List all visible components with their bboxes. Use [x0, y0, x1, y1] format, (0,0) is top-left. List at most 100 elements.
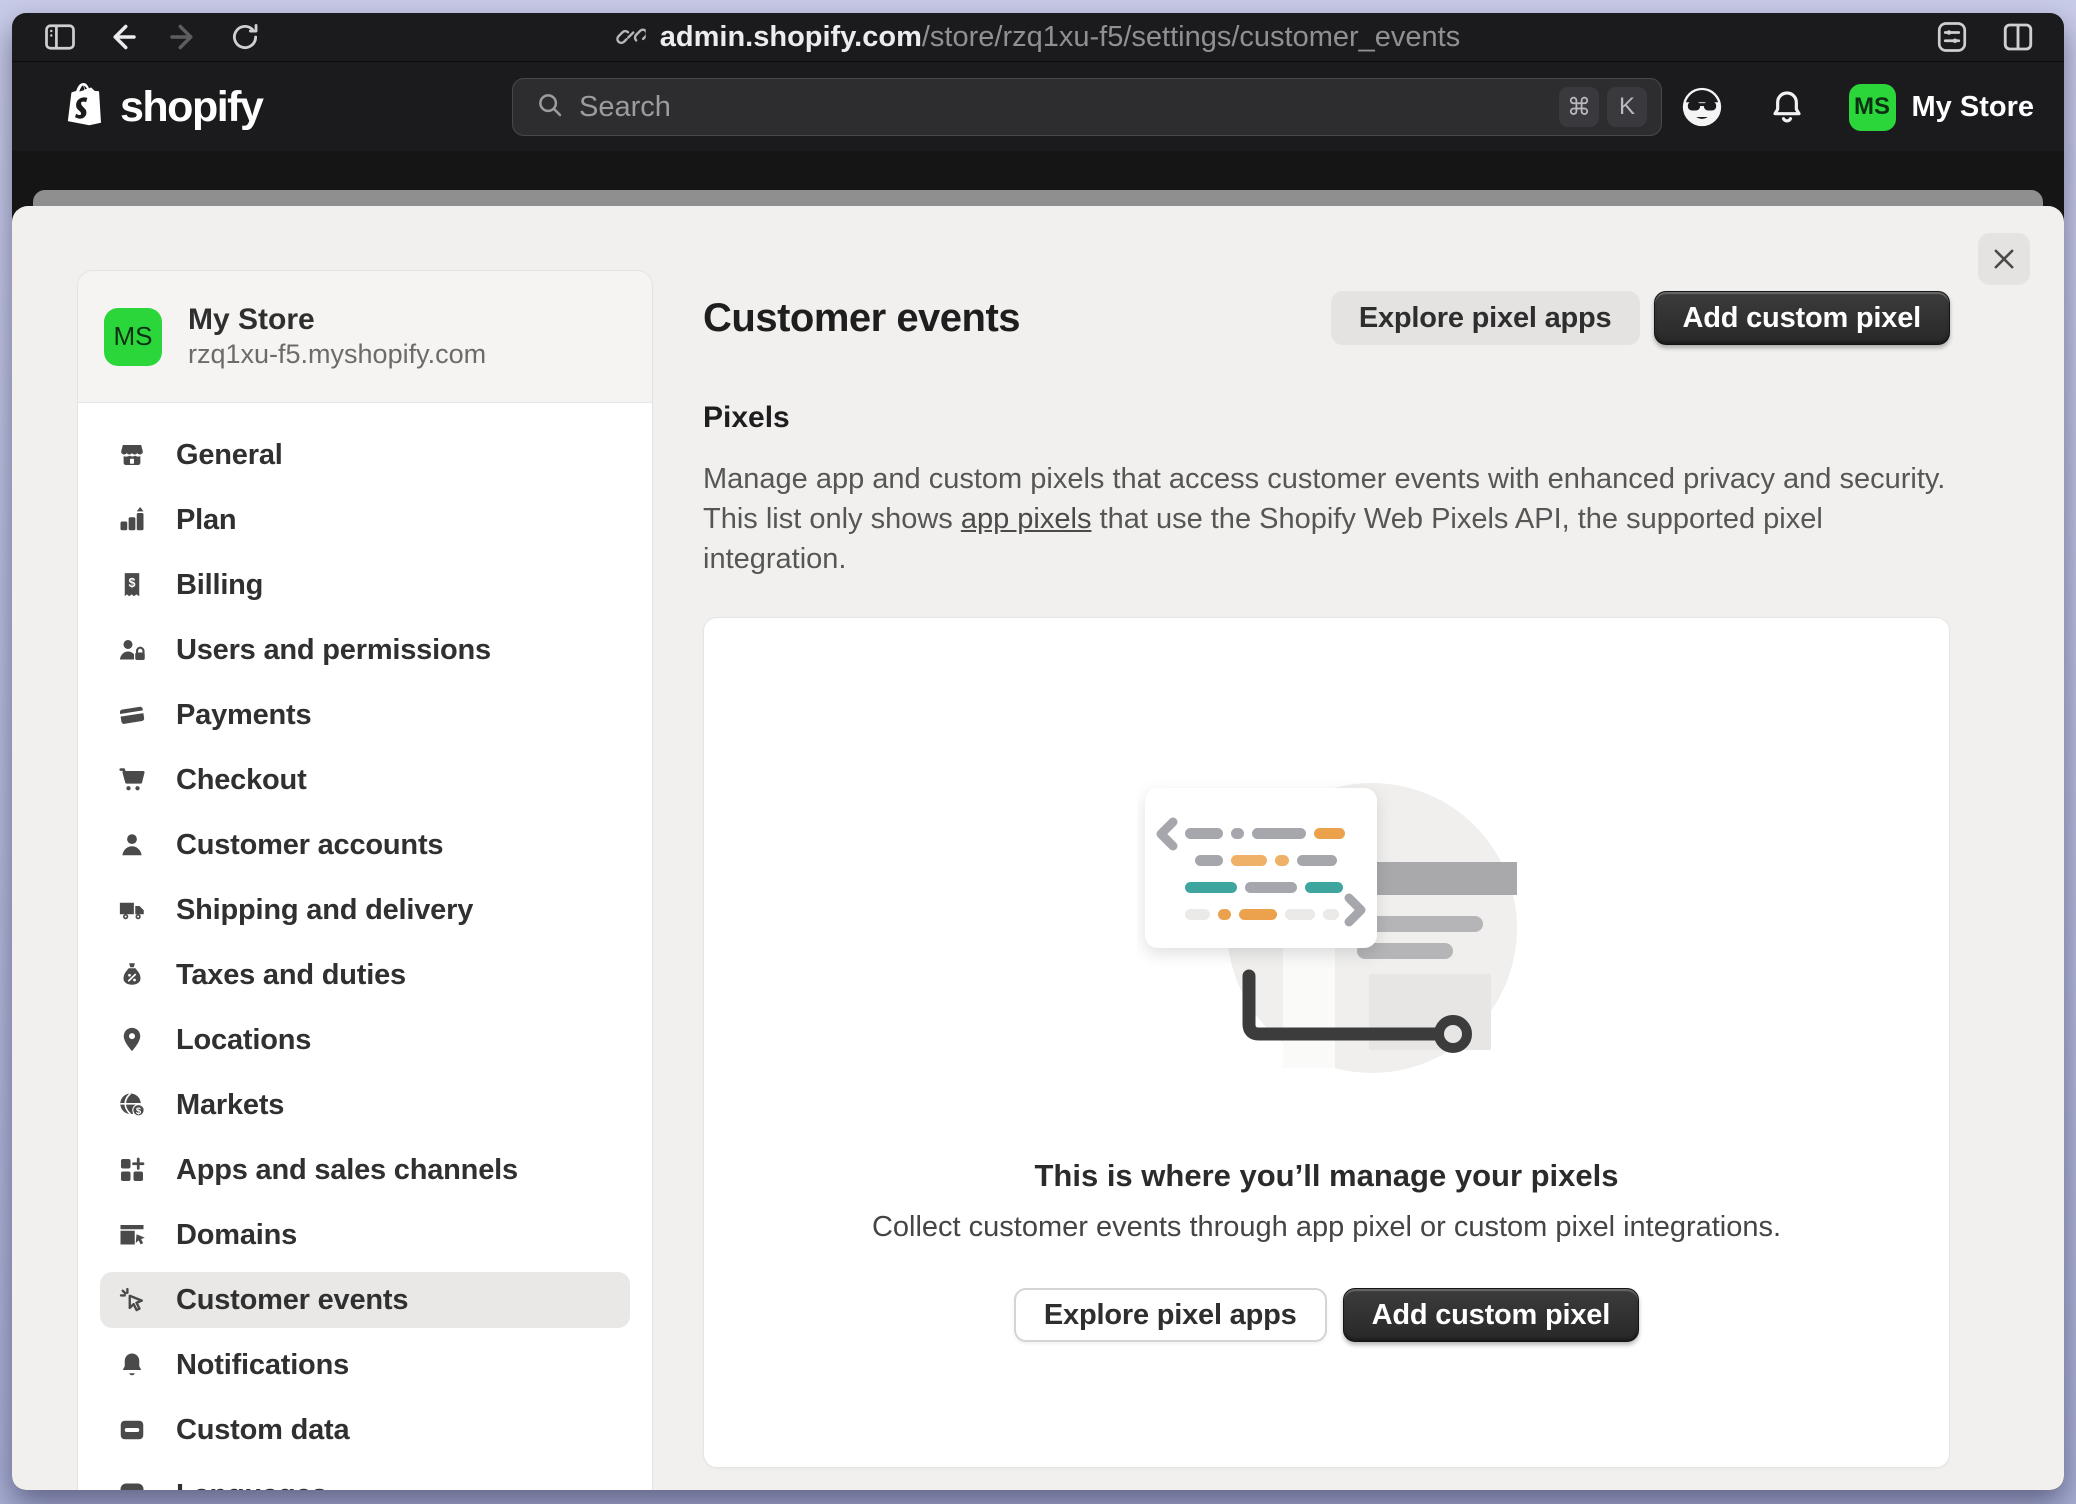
app-pixels-link[interactable]: app pixels — [961, 503, 1092, 535]
sidebar-item-label: Shipping and delivery — [176, 894, 473, 927]
shopify-bag-icon — [64, 81, 110, 133]
back-icon[interactable] — [104, 19, 140, 55]
admin-topbar: shopify Search ⌘ K — [12, 62, 2064, 152]
payments-icon — [116, 699, 148, 731]
sidebar-item-label: Customer events — [176, 1284, 408, 1317]
billing-icon: $ — [116, 569, 148, 601]
sidebar-item-checkout[interactable]: Checkout — [100, 752, 630, 808]
apps-icon — [116, 1154, 148, 1186]
sidebar-item-customer-events[interactable]: Customer events — [100, 1272, 630, 1328]
add-custom-pixel-button[interactable]: Add custom pixel — [1343, 1288, 1640, 1342]
sidebar-item-label: Markets — [176, 1089, 284, 1122]
sidebar-item-label: Plan — [176, 504, 236, 537]
pixels-illustration — [1137, 776, 1517, 1076]
browser-window: admin.shopify.com/store/rzq1xu-f5/settin… — [12, 13, 2064, 1490]
sidebar-item-taxes-and-duties[interactable]: Taxes and duties — [100, 947, 630, 1003]
sidebar-item-domains[interactable]: Domains — [100, 1207, 630, 1263]
customer-events-icon — [116, 1284, 148, 1316]
plan-icon — [116, 504, 148, 536]
sidebar-item-general[interactable]: General — [100, 427, 630, 483]
admin-page-area: MS My Store rzq1xu-f5.myshopify.com Gene… — [12, 151, 2064, 1490]
k-keycap: K — [1607, 87, 1647, 127]
sidebar-item-payments[interactable]: Payments — [100, 687, 630, 743]
sidebar-item-label: Checkout — [176, 764, 307, 797]
browser-toolbar: admin.shopify.com/store/rzq1xu-f5/settin… — [12, 13, 2064, 62]
settings-modal: MS My Store rzq1xu-f5.myshopify.com Gene… — [12, 206, 2064, 1490]
explore-pixel-apps-button[interactable]: Explore pixel apps — [1331, 291, 1640, 345]
sidebar-item-shipping-and-delivery[interactable]: Shipping and delivery — [100, 882, 630, 938]
sidebar-item-label: Apps and sales channels — [176, 1154, 518, 1187]
empty-state-subtext: Collect customer events through app pixe… — [872, 1211, 1781, 1244]
locations-icon — [116, 1024, 148, 1056]
markets-icon: $ — [116, 1089, 148, 1121]
sidebar-item-label: Taxes and duties — [176, 959, 406, 992]
sidebar-item-label: Languages — [176, 1479, 327, 1491]
settings-nav: General Plan $ Billing Users and permissions… — [78, 403, 652, 1490]
search-input[interactable]: Search ⌘ K — [512, 78, 1662, 136]
sidebar-item-label: Payments — [176, 699, 311, 732]
users-icon — [116, 634, 148, 666]
sidebar-item-label: General — [176, 439, 283, 472]
reload-icon[interactable] — [228, 20, 262, 54]
sidebar-item-billing[interactable]: $ Billing — [100, 557, 630, 613]
sidebar-item-custom-data[interactable]: Custom data — [100, 1402, 630, 1458]
cmd-keycap: ⌘ — [1559, 87, 1599, 127]
svg-text:文: 文 — [131, 1489, 143, 1490]
sidebar-item-label: Custom data — [176, 1414, 349, 1447]
close-icon[interactable] — [1978, 233, 2030, 285]
shopify-logo: shopify — [12, 81, 262, 133]
sidebar-item-users-and-permissions[interactable]: Users and permissions — [100, 622, 630, 678]
pixels-empty-state-card: This is where you’ll manage your pixels … — [703, 617, 1950, 1468]
store-avatar: MS — [104, 308, 162, 366]
store-icon — [116, 439, 148, 471]
pixels-description: Manage app and custom pixels that access… — [703, 459, 1950, 579]
add-custom-pixel-button[interactable]: Add custom pixel — [1654, 291, 1951, 345]
pixels-section-title: Pixels — [703, 401, 1950, 435]
shipping-icon — [116, 894, 148, 926]
forward-icon[interactable] — [166, 19, 202, 55]
explore-pixel-apps-button[interactable]: Explore pixel apps — [1014, 1288, 1327, 1342]
checkout-icon — [116, 764, 148, 796]
sidebar-item-label: Notifications — [176, 1349, 349, 1382]
sidebar-toggle-icon[interactable] — [42, 19, 78, 55]
sidebar-item-markets[interactable]: $ Markets — [100, 1077, 630, 1133]
link-icon — [616, 20, 646, 55]
svg-text:$: $ — [136, 1106, 142, 1117]
customer-icon — [116, 829, 148, 861]
domains-icon — [116, 1219, 148, 1251]
svg-text:$: $ — [129, 576, 136, 590]
notifications-bell-icon[interactable] — [1767, 87, 1807, 127]
sidebar-item-label: Customer accounts — [176, 829, 443, 862]
sidebar-item-apps-and-sales-channels[interactable]: Apps and sales channels — [100, 1142, 630, 1198]
shopify-wordmark: shopify — [120, 83, 262, 132]
sidebar-item-locations[interactable]: Locations — [100, 1012, 630, 1068]
store-name: My Store — [188, 302, 486, 338]
sidebar-item-label: Domains — [176, 1219, 297, 1252]
settings-content: Customer events Explore pixel apps Add c… — [703, 206, 1950, 1468]
store-switcher[interactable]: MS My Store — [1849, 84, 2034, 131]
sidebar-item-label: Billing — [176, 569, 263, 602]
search-placeholder: Search — [579, 91, 1551, 124]
browser-settings-icon[interactable] — [1934, 19, 1970, 55]
sidebar-item-notifications[interactable]: Notifications — [100, 1337, 630, 1393]
sidebar-item-plan[interactable]: Plan — [100, 492, 630, 548]
store-domain: rzq1xu-f5.myshopify.com — [188, 338, 486, 372]
custom-data-icon — [116, 1414, 148, 1446]
address-bar[interactable]: admin.shopify.com/store/rzq1xu-f5/settin… — [616, 13, 1460, 61]
taxes-icon — [116, 959, 148, 991]
sidekick-assistant-icon[interactable] — [1679, 84, 1725, 130]
page-title: Customer events — [703, 296, 1331, 341]
search-icon — [535, 90, 565, 125]
empty-state-heading: This is where you’ll manage your pixels — [1034, 1158, 1618, 1194]
store-avatar: MS — [1849, 84, 1896, 131]
languages-icon: A文 — [116, 1479, 148, 1490]
sidebar-item-label: Users and permissions — [176, 634, 491, 667]
sidebar-item-customer-accounts[interactable]: Customer accounts — [100, 817, 630, 873]
store-header: MS My Store rzq1xu-f5.myshopify.com — [78, 271, 652, 403]
topbar-store-name: My Store — [1912, 91, 2034, 124]
notifications-icon — [116, 1349, 148, 1381]
url-text: admin.shopify.com/store/rzq1xu-f5/settin… — [660, 21, 1460, 54]
sidebar-item-label: Locations — [176, 1024, 311, 1057]
sidebar-item-languages[interactable]: A文 Languages — [100, 1467, 630, 1490]
split-view-icon[interactable] — [2000, 19, 2036, 55]
